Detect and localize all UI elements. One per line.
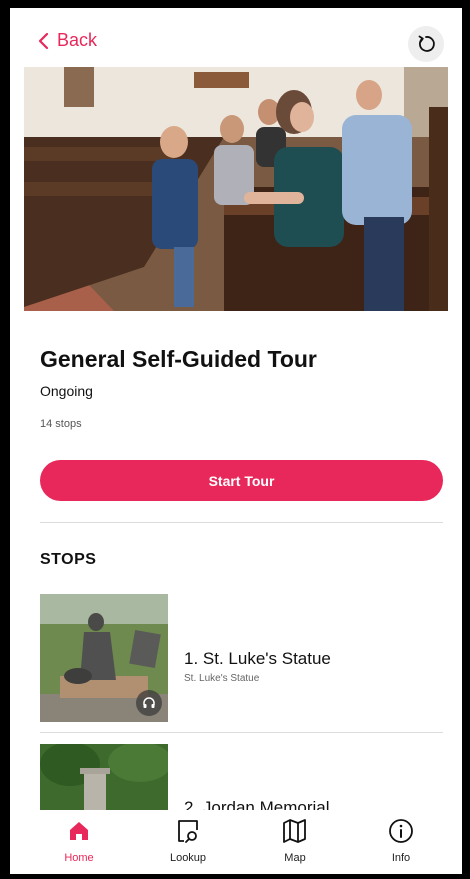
stop-title: 1. St. Luke's Statue <box>184 649 331 668</box>
tab-label: Home <box>64 852 94 864</box>
tour-title: General Self-Guided Tour <box>40 346 317 372</box>
hero-image <box>24 67 448 311</box>
back-button[interactable]: Back <box>38 30 97 51</box>
headphones-icon <box>143 697 155 708</box>
tab-label: Info <box>391 852 411 864</box>
back-label: Back <box>57 30 98 50</box>
tab-lookup[interactable]: Lookup <box>143 810 233 874</box>
stop-item-2[interactable]: 2. Jordan Memorial <box>40 744 443 817</box>
refresh-icon <box>418 35 435 52</box>
tab-info[interactable]: Info <box>356 810 446 874</box>
top-bar: Back <box>10 8 462 70</box>
divider <box>40 522 443 523</box>
divider <box>40 732 443 733</box>
tour-status: Ongoing <box>40 383 93 399</box>
lookup-icon <box>175 818 201 844</box>
tab-map[interactable]: Map <box>250 810 340 874</box>
info-icon <box>388 818 414 844</box>
app-screen: Back General Self-Guided Tour Ongoing 14… <box>10 8 462 874</box>
home-icon <box>66 818 92 844</box>
map-icon <box>282 818 308 844</box>
tab-home[interactable]: Home <box>34 810 124 874</box>
start-tour-button[interactable]: Start Tour <box>40 460 443 501</box>
tab-bar: Home Lookup Map Info <box>10 810 462 874</box>
tab-label: Map <box>284 852 306 864</box>
stop-thumbnail <box>40 744 168 814</box>
stop-item-1[interactable]: 1. St. Luke's Statue St. Luke's Statue <box>40 594 443 722</box>
audio-badge <box>136 690 162 716</box>
tab-label: Lookup <box>169 852 207 864</box>
stop-subtitle: St. Luke's Statue <box>184 673 260 684</box>
refresh-button[interactable] <box>408 26 444 62</box>
chevron-left-icon <box>38 32 49 49</box>
start-tour-label: Start Tour <box>208 472 275 489</box>
stops-count: 14 stops <box>40 418 82 430</box>
stops-section-title: STOPS <box>40 551 97 568</box>
